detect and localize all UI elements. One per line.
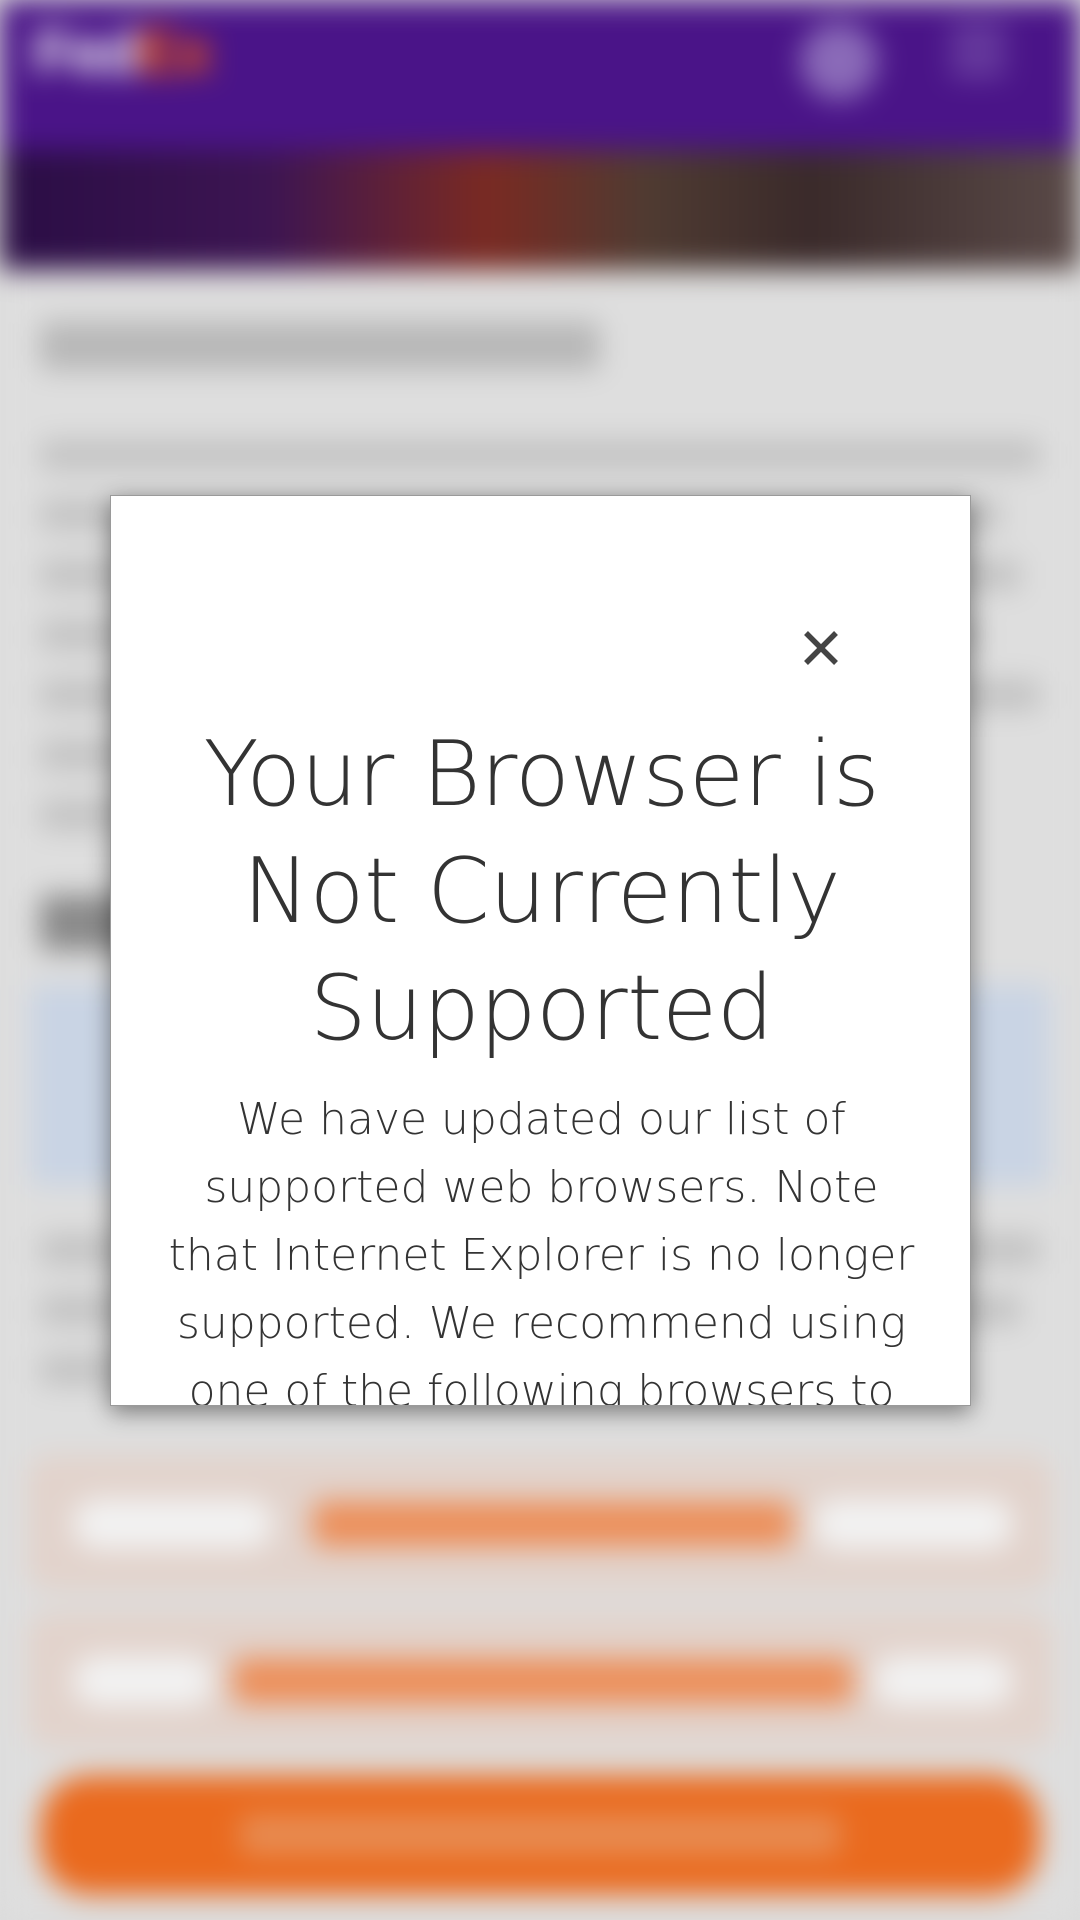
option-pill[interactable] bbox=[30, 1615, 1050, 1745]
site-header: FedEx bbox=[0, 0, 1080, 150]
close-button[interactable] bbox=[791, 618, 851, 678]
page-heading-placeholder bbox=[40, 322, 600, 370]
logo-ex: Ex bbox=[138, 18, 212, 87]
profile-icon[interactable] bbox=[800, 22, 878, 100]
unsupported-browser-modal: Your Browser is Not Currently Supported … bbox=[110, 495, 971, 1406]
hero-banner bbox=[0, 150, 1080, 270]
option-pill[interactable] bbox=[30, 1458, 1050, 1588]
fedex-logo: FedEx bbox=[34, 20, 264, 86]
text-line bbox=[40, 440, 1040, 470]
hamburger-menu-icon[interactable] bbox=[950, 26, 1006, 82]
close-icon bbox=[804, 631, 838, 665]
primary-cta-button[interactable] bbox=[40, 1775, 1040, 1895]
logo-fed: Fed bbox=[34, 18, 140, 87]
modal-title: Your Browser is Not Currently Supported bbox=[203, 722, 880, 1061]
modal-body-text: We have updated our list of supported we… bbox=[168, 1094, 915, 1406]
